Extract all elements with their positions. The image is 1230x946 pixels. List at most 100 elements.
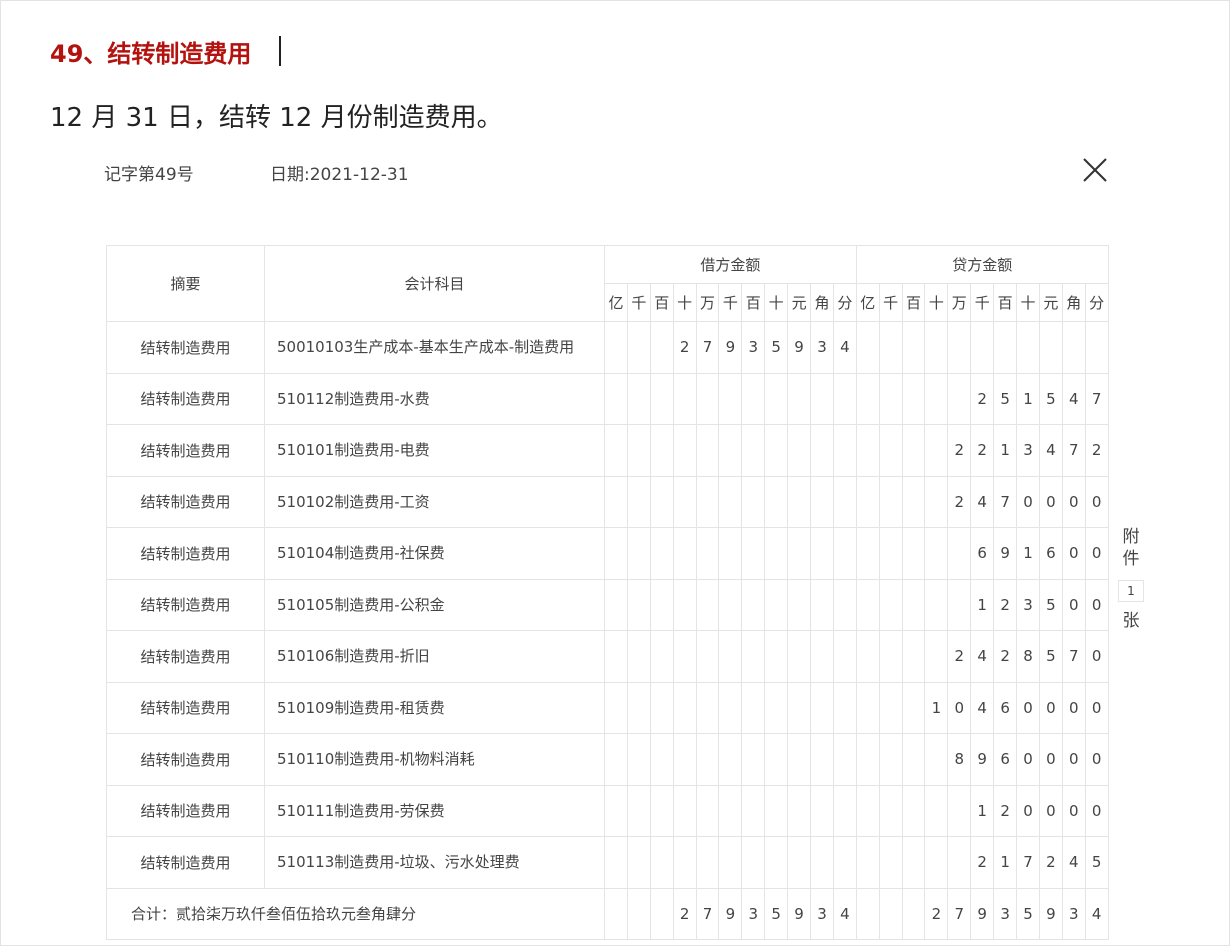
debit-digit: [718, 681, 743, 734]
debit-digit: 4: [832, 321, 857, 374]
table-row[interactable]: 结转制造费用 510110制造费用-机物料消耗 8 9 6 0 0 0 0: [106, 733, 1109, 786]
table-row[interactable]: 结转制造费用 50010103生产成本-基本生产成本-制造费用 2 7 9 3 5 9 3 4: [106, 321, 1109, 374]
debit-digit: [718, 578, 743, 631]
attachment-count: 附 件 1 张: [1118, 526, 1144, 632]
credit-digit: 7: [1084, 372, 1109, 425]
debit-digit-header: 万: [695, 283, 720, 322]
debit-total-digit: [604, 887, 628, 940]
debit-digit-header: 元: [787, 283, 812, 322]
header-account: 会计科目: [264, 245, 605, 322]
account-cell: 510109制造费用-租赁费: [264, 681, 605, 734]
table-row[interactable]: 结转制造费用 510102制造费用-工资 2 4 7 0 0 0 0: [106, 475, 1109, 528]
credit-digit: 6: [970, 527, 995, 580]
account-cell: 510110制造费用-机物料消耗: [264, 733, 605, 786]
debit-digit: [832, 424, 857, 477]
debit-digit: [672, 630, 697, 683]
credit-digit: 0: [1061, 681, 1086, 734]
credit-digit: 0: [1084, 527, 1109, 580]
debit-digit-header: 百: [649, 283, 674, 322]
table-row[interactable]: 结转制造费用 510112制造费用-水费 2 5 1 5 4 7: [106, 372, 1109, 425]
debit-digit: [741, 681, 766, 734]
debit-digit: [764, 630, 789, 683]
credit-total-digit: [855, 887, 880, 940]
debit-digit: [787, 784, 812, 837]
credit-digit: 6: [1038, 527, 1063, 580]
table-row[interactable]: 结转制造费用 510101制造费用-电费 2 2 1 3 4 7 2: [106, 424, 1109, 477]
credit-digit-header: 元: [1038, 283, 1063, 322]
credit-digit-header: 千: [970, 283, 995, 322]
debit-digit: [649, 836, 674, 889]
debit-digit: [764, 681, 789, 734]
header-summary: 摘要: [106, 245, 265, 322]
credit-digit: [878, 372, 903, 425]
debit-digit: 9: [718, 321, 743, 374]
credit-digit: [855, 784, 880, 837]
debit-digit: [604, 784, 628, 837]
debit-digit: [672, 578, 697, 631]
debit-digit-header: 亿: [604, 283, 628, 322]
credit-digit: 4: [1061, 372, 1086, 425]
debit-digit: [672, 372, 697, 425]
credit-digit: [924, 578, 949, 631]
debit-digit: [764, 475, 789, 528]
table-row[interactable]: 结转制造费用 510106制造费用-折旧 2 4 2 8 5 7 0: [106, 630, 1109, 683]
debit-digit: [741, 527, 766, 580]
debit-digit: [832, 630, 857, 683]
credit-digit: 0: [1061, 527, 1086, 580]
debit-digit: [695, 733, 720, 786]
debit-digit: [787, 527, 812, 580]
table-row[interactable]: 结转制造费用 510104制造费用-社保费 6 9 1 6 0 0: [106, 527, 1109, 580]
credit-digit: [855, 424, 880, 477]
credit-digit: 0: [1061, 733, 1086, 786]
credit-digit: [855, 733, 880, 786]
debit-digit: [626, 424, 651, 477]
attachment-count-value[interactable]: 1: [1118, 580, 1144, 602]
credit-digit: 0: [1084, 630, 1109, 683]
credit-digit-header: 分: [1084, 283, 1109, 322]
debit-digit: [810, 784, 834, 837]
debit-digit: [832, 578, 857, 631]
credit-digit: 0: [1084, 578, 1109, 631]
table-row[interactable]: 结转制造费用 510105制造费用-公积金 1 2 3 5 0 0: [106, 578, 1109, 631]
credit-digit: 2: [947, 475, 972, 528]
credit-digit: 0: [1084, 475, 1109, 528]
credit-digit: [901, 681, 926, 734]
credit-digit: 0: [1016, 681, 1040, 734]
credit-digit: [855, 681, 880, 734]
debit-digit: [810, 836, 834, 889]
debit-digit: [810, 527, 834, 580]
credit-digit: 1: [970, 784, 995, 837]
credit-digit: [855, 372, 880, 425]
debit-digit: [604, 321, 628, 374]
close-icon[interactable]: [1080, 155, 1110, 185]
debit-digit: 5: [764, 321, 789, 374]
debit-digit: [626, 630, 651, 683]
debit-digit: [832, 836, 857, 889]
credit-digit: [1016, 321, 1040, 374]
debit-digit: [810, 733, 834, 786]
credit-digit-header: 千: [878, 283, 903, 322]
credit-digit: 7: [993, 475, 1018, 528]
credit-digit: [947, 578, 972, 631]
credit-digit: 2: [970, 372, 995, 425]
credit-total-digit: [901, 887, 926, 940]
debit-digit: [718, 836, 743, 889]
attachment-label-1: 附: [1122, 527, 1140, 547]
credit-total-digit: 9: [970, 887, 995, 940]
debit-digit: [626, 527, 651, 580]
credit-digit: [947, 527, 972, 580]
table-row[interactable]: 结转制造费用 510113制造费用-垃圾、污水处理费 2 1 7 2 4 5: [106, 836, 1109, 889]
credit-digit-header: 百: [993, 283, 1018, 322]
table-row[interactable]: 结转制造费用 510109制造费用-租赁费 1 0 4 6 0 0 0 0: [106, 681, 1109, 734]
credit-digit: 7: [1061, 424, 1086, 477]
table-row[interactable]: 结转制造费用 510111制造费用-劳保费 1 2 0 0 0 0: [106, 784, 1109, 837]
account-cell: 510112制造费用-水费: [264, 372, 605, 425]
account-cell: 510106制造费用-折旧: [264, 630, 605, 683]
account-cell: 510104制造费用-社保费: [264, 527, 605, 580]
debit-digit: 7: [695, 321, 720, 374]
debit-digit: [604, 630, 628, 683]
section-heading: 49、结转制造费用: [50, 40, 252, 68]
credit-digit: 2: [947, 630, 972, 683]
credit-total-digit: 4: [1084, 887, 1109, 940]
debit-digit: [604, 836, 628, 889]
